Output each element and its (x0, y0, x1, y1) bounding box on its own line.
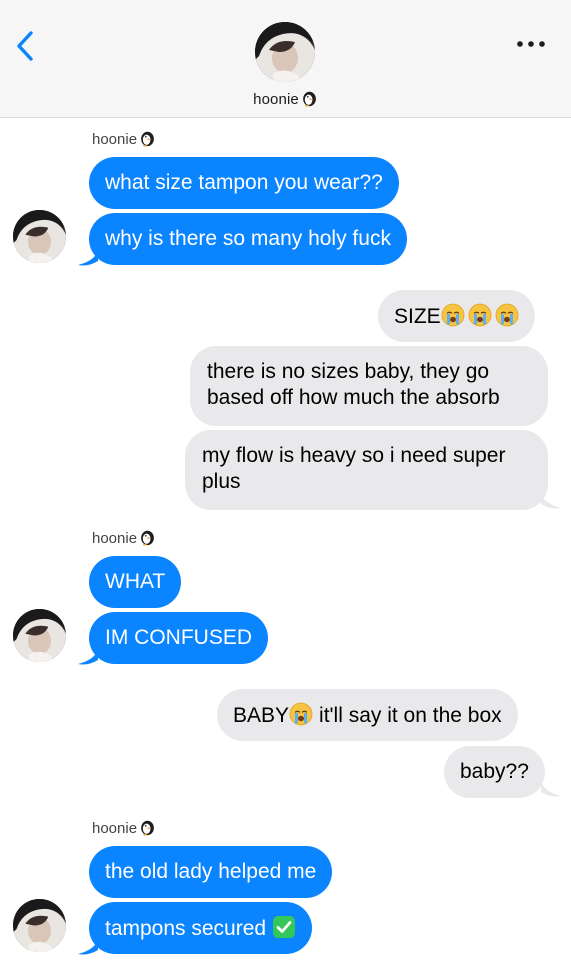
chat-header: hoonie (0, 0, 571, 118)
crying-face-emoji-icon (495, 303, 519, 327)
incoming-message[interactable]: WHAT (89, 556, 182, 608)
outgoing-message[interactable]: SIZE (378, 290, 535, 342)
incoming-message[interactable]: what size tampon you wear?? (89, 157, 399, 209)
contact-avatar[interactable] (255, 22, 315, 82)
sender-label: hoonie (92, 130, 156, 148)
chevron-left-icon (17, 31, 33, 61)
incoming-message[interactable]: the old lady helped me (89, 846, 333, 898)
sender-avatar[interactable] (13, 899, 66, 952)
penguin-emoji-icon (139, 529, 156, 546)
bubble-tail (78, 940, 98, 955)
bubble-tail (541, 494, 561, 509)
sender-avatar[interactable] (13, 210, 66, 263)
sender-label: hoonie (92, 819, 156, 837)
crying-face-emoji-icon (441, 303, 465, 327)
sender-label: hoonie (92, 529, 156, 547)
penguin-emoji-icon (301, 90, 318, 107)
crying-face-emoji-icon (468, 303, 492, 327)
outgoing-message[interactable]: baby?? (444, 746, 545, 798)
outgoing-message[interactable]: BABY it'll say it on the box (217, 689, 518, 741)
outgoing-message[interactable]: my flow is heavy so i need super plus (185, 430, 548, 510)
bubble-tail (541, 782, 561, 797)
contact-name[interactable]: hoonie (0, 90, 571, 108)
penguin-emoji-icon (139, 130, 156, 147)
incoming-message[interactable]: why is there so many holy fuck (89, 213, 407, 265)
outgoing-message[interactable]: there is no sizes baby, they go based of… (190, 346, 548, 426)
incoming-message[interactable]: IM CONFUSED (89, 612, 268, 664)
penguin-emoji-icon (139, 819, 156, 836)
more-options-button[interactable] (513, 34, 549, 54)
bubble-tail (78, 251, 98, 266)
incoming-message[interactable]: tampons secured (89, 902, 313, 954)
ellipsis-icon (517, 41, 545, 47)
crying-face-emoji-icon (289, 702, 313, 726)
bubble-tail (78, 650, 98, 665)
check-mark-button-emoji-icon (273, 916, 296, 938)
back-button[interactable] (8, 28, 42, 64)
sender-avatar[interactable] (13, 609, 66, 662)
